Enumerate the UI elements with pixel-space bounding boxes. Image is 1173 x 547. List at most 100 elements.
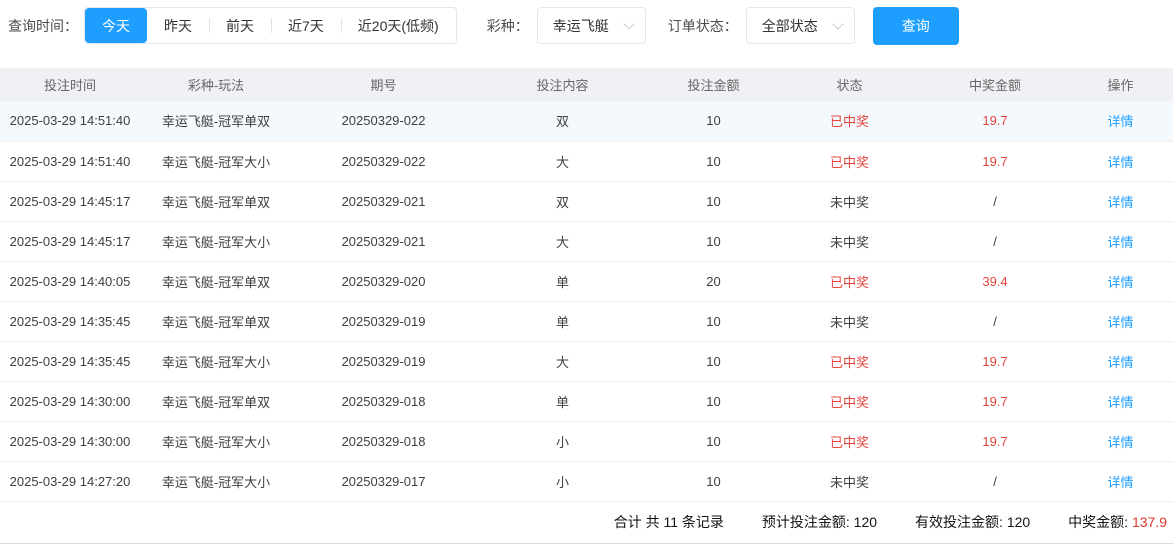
chevron-down-icon bbox=[623, 17, 635, 30]
summary-expected-value: 120 bbox=[853, 514, 878, 530]
cell-bet-time: 2025-03-29 14:27:20 bbox=[0, 461, 140, 502]
summary-expected-label: 预计投注金额: bbox=[761, 514, 850, 530]
cell-win-amount: 19.7 bbox=[922, 381, 1068, 422]
summary-win-amount: 中奖金额: 137.9 bbox=[1068, 512, 1167, 532]
lottery-select-value: 幸运飞艇 bbox=[552, 17, 609, 34]
column-header: 操作 bbox=[1068, 68, 1173, 101]
cell-game-play: 幸运飞艇-冠军单双 bbox=[140, 261, 292, 302]
cell-issue-number: 20250329-018 bbox=[292, 421, 475, 462]
cell-win-amount: 19.7 bbox=[922, 421, 1068, 462]
cell-bet-time: 2025-03-29 14:35:45 bbox=[0, 341, 140, 382]
detail-link[interactable]: 详情 bbox=[1107, 315, 1133, 330]
cell-bet-content: 单 bbox=[475, 301, 650, 342]
query-button[interactable]: 查询 bbox=[872, 6, 959, 45]
cell-status: 已中奖 bbox=[777, 141, 922, 182]
cell-bet-content: 双 bbox=[475, 101, 650, 142]
table-row: 2025-03-29 14:30:00 幸运飞艇-冠军单双 20250329-0… bbox=[0, 381, 1173, 422]
cell-bet-amount: 10 bbox=[650, 101, 777, 142]
cell-issue-number: 20250329-018 bbox=[292, 381, 475, 422]
column-header: 状态 bbox=[777, 68, 922, 101]
table-header-row: 投注时间 彩种-玩法 期号 投注内容 投注金额 状态 中奖金额 操作 bbox=[0, 68, 1173, 101]
summary-bar: 合计 共 11 条记录 预计投注金额: 120 有效投注金额: 120 中奖金额… bbox=[0, 502, 1173, 544]
cell-status: 已中奖 bbox=[777, 261, 922, 302]
time-option[interactable]: 近20天(低频) bbox=[340, 8, 456, 43]
cell-bet-amount: 10 bbox=[650, 461, 777, 502]
time-filter-group: 今天 昨天 前天 近7天 近20天(低频) bbox=[84, 7, 457, 44]
cell-win-amount: 39.4 bbox=[922, 261, 1068, 302]
cell-bet-amount: 10 bbox=[650, 221, 777, 262]
cell-action: 详情 bbox=[1068, 461, 1173, 502]
cell-action: 详情 bbox=[1068, 141, 1173, 182]
detail-link[interactable]: 详情 bbox=[1107, 435, 1133, 450]
detail-link[interactable]: 详情 bbox=[1107, 235, 1133, 250]
cell-action: 详情 bbox=[1068, 101, 1173, 142]
summary-valid-amount: 有效投注金额: 120 bbox=[915, 512, 1030, 532]
cell-action: 详情 bbox=[1068, 221, 1173, 262]
detail-link[interactable]: 详情 bbox=[1107, 395, 1133, 410]
detail-link[interactable]: 详情 bbox=[1107, 195, 1133, 210]
cell-game-play: 幸运飞艇-冠军大小 bbox=[140, 341, 292, 382]
column-header: 中奖金额 bbox=[922, 68, 1068, 101]
cell-game-play: 幸运飞艇-冠军大小 bbox=[140, 221, 292, 262]
column-header: 投注时间 bbox=[0, 68, 140, 101]
table-row: 2025-03-29 14:45:17 幸运飞艇-冠军单双 20250329-0… bbox=[0, 181, 1173, 222]
summary-expected-amount: 预计投注金额: 120 bbox=[762, 512, 877, 532]
cell-status: 未中奖 bbox=[777, 301, 922, 342]
summary-win-label: 中奖金额: bbox=[1068, 514, 1129, 530]
cell-bet-content: 单 bbox=[475, 381, 650, 422]
cell-bet-content: 双 bbox=[475, 181, 650, 222]
status-select[interactable]: 全部状态 bbox=[745, 7, 855, 44]
detail-link[interactable]: 详情 bbox=[1107, 275, 1133, 290]
time-option[interactable]: 近7天 bbox=[271, 8, 341, 43]
status-select-value: 全部状态 bbox=[761, 17, 818, 34]
cell-status: 已中奖 bbox=[777, 421, 922, 462]
cell-win-amount: 19.7 bbox=[922, 101, 1068, 142]
cell-game-play: 幸运飞艇-冠军单双 bbox=[140, 301, 292, 342]
cell-issue-number: 20250329-019 bbox=[292, 341, 475, 382]
cell-bet-time: 2025-03-29 14:45:17 bbox=[0, 181, 140, 222]
summary-total-records: 合计 共 11 条记录 bbox=[613, 514, 724, 530]
table-row: 2025-03-29 14:35:45 幸运飞艇-冠军单双 20250329-0… bbox=[0, 301, 1173, 342]
cell-bet-time: 2025-03-29 14:51:40 bbox=[0, 141, 140, 182]
time-option[interactable]: 今天 bbox=[85, 8, 147, 43]
orders-table-body: 2025-03-29 14:51:40 幸运飞艇-冠军单双 20250329-0… bbox=[0, 101, 1173, 502]
cell-bet-time: 2025-03-29 14:40:05 bbox=[0, 261, 140, 302]
cell-win-amount: / bbox=[922, 221, 1068, 262]
lottery-select[interactable]: 幸运飞艇 bbox=[536, 7, 646, 44]
cell-bet-amount: 10 bbox=[650, 341, 777, 382]
cell-issue-number: 20250329-017 bbox=[292, 461, 475, 502]
cell-bet-amount: 10 bbox=[650, 421, 777, 462]
cell-issue-number: 20250329-019 bbox=[292, 301, 475, 342]
time-option[interactable]: 前天 bbox=[209, 8, 271, 43]
table-row: 2025-03-29 14:40:05 幸运飞艇-冠军单双 20250329-0… bbox=[0, 261, 1173, 302]
cell-bet-time: 2025-03-29 14:35:45 bbox=[0, 301, 140, 342]
cell-bet-content: 单 bbox=[475, 261, 650, 302]
cell-bet-content: 大 bbox=[475, 341, 650, 382]
summary-win-value: 137.9 bbox=[1131, 514, 1167, 530]
table-row: 2025-03-29 14:45:17 幸运飞艇-冠军大小 20250329-0… bbox=[0, 221, 1173, 262]
cell-win-amount: 19.7 bbox=[922, 141, 1068, 182]
table-row: 2025-03-29 14:27:20 幸运飞艇-冠军大小 20250329-0… bbox=[0, 461, 1173, 502]
table-row: 2025-03-29 14:30:00 幸运飞艇-冠军大小 20250329-0… bbox=[0, 421, 1173, 462]
column-header: 期号 bbox=[292, 68, 475, 101]
column-header: 投注金额 bbox=[650, 68, 777, 101]
cell-issue-number: 20250329-022 bbox=[292, 141, 475, 182]
detail-link[interactable]: 详情 bbox=[1107, 114, 1133, 129]
cell-bet-content: 大 bbox=[475, 141, 650, 182]
summary-valid-value: 120 bbox=[1006, 514, 1031, 530]
cell-status: 已中奖 bbox=[777, 101, 922, 142]
chevron-down-icon bbox=[832, 17, 844, 30]
cell-bet-amount: 10 bbox=[650, 181, 777, 222]
detail-link[interactable]: 详情 bbox=[1107, 155, 1133, 170]
column-header: 彩种-玩法 bbox=[140, 68, 292, 101]
orders-table: 投注时间 彩种-玩法 期号 投注内容 投注金额 状态 中奖金额 操作 2025-03-29 1… bbox=[0, 68, 1173, 502]
table-row: 2025-03-29 14:51:40 幸运飞艇-冠军大小 20250329-0… bbox=[0, 141, 1173, 182]
cell-status: 已中奖 bbox=[777, 381, 922, 422]
detail-link[interactable]: 详情 bbox=[1107, 355, 1133, 370]
column-header: 投注内容 bbox=[475, 68, 650, 101]
detail-link[interactable]: 详情 bbox=[1107, 475, 1133, 490]
table-row: 2025-03-29 14:35:45 幸运飞艇-冠军大小 20250329-0… bbox=[0, 341, 1173, 382]
time-option[interactable]: 昨天 bbox=[147, 8, 209, 43]
cell-bet-time: 2025-03-29 14:51:40 bbox=[0, 101, 140, 142]
cell-action: 详情 bbox=[1068, 341, 1173, 382]
